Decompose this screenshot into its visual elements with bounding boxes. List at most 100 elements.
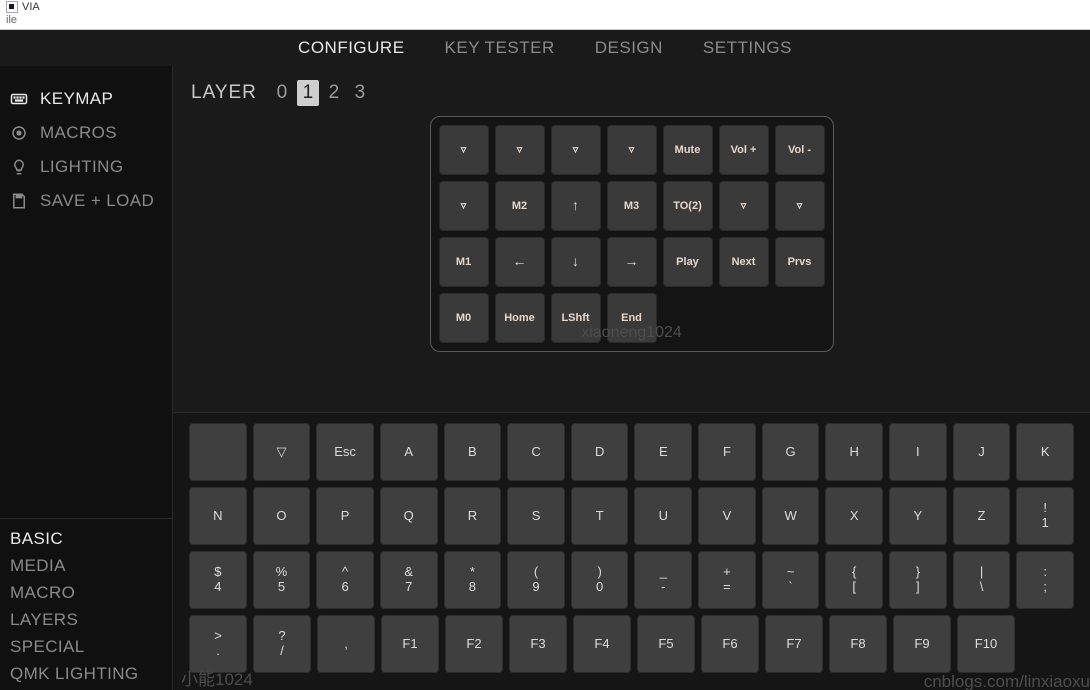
- menu-file[interactable]: ile: [6, 14, 17, 26]
- picker-key[interactable]: Q: [380, 487, 438, 545]
- keymap-key[interactable]: ▿: [439, 181, 489, 231]
- picker-category-media[interactable]: MEDIA: [10, 556, 162, 576]
- picker-key[interactable]: *8: [444, 551, 502, 609]
- picker-key[interactable]: F8: [829, 615, 887, 673]
- picker-key[interactable]: D: [571, 423, 629, 481]
- sidebar-item-lighting[interactable]: LIGHTING: [0, 150, 172, 184]
- keymap-key[interactable]: Next: [719, 237, 769, 287]
- picker-key[interactable]: A: [380, 423, 438, 481]
- picker-key[interactable]: K: [1016, 423, 1074, 481]
- picker-key[interactable]: I: [889, 423, 947, 481]
- picker-key[interactable]: N: [189, 487, 247, 545]
- keymap-key[interactable]: Home: [495, 293, 545, 343]
- layer-select-0[interactable]: 0: [271, 80, 293, 106]
- picker-key[interactable]: H: [825, 423, 883, 481]
- keymap-key[interactable]: TO(2): [663, 181, 713, 231]
- picker-key[interactable]: Esc: [316, 423, 374, 481]
- picker-category-special[interactable]: SPECIAL: [10, 637, 162, 657]
- picker-key[interactable]: $4: [189, 551, 247, 609]
- picker-key[interactable]: F2: [445, 615, 503, 673]
- picker-category-layers[interactable]: LAYERS: [10, 610, 162, 630]
- tab-design[interactable]: DESIGN: [595, 38, 663, 58]
- picker-key[interactable]: P: [316, 487, 374, 545]
- keymap-key[interactable]: M0: [439, 293, 489, 343]
- keymap-key[interactable]: LShft: [551, 293, 601, 343]
- picker-key[interactable]: G: [762, 423, 820, 481]
- picker-key[interactable]: )0: [571, 551, 629, 609]
- picker-key[interactable]: F7: [765, 615, 823, 673]
- picker-key[interactable]: {[: [825, 551, 883, 609]
- keymap-key[interactable]: Vol -: [775, 125, 825, 175]
- picker-key[interactable]: Y: [889, 487, 947, 545]
- picker-key[interactable]: ~`: [762, 551, 820, 609]
- picker-key[interactable]: O: [253, 487, 311, 545]
- picker-key[interactable]: }]: [889, 551, 947, 609]
- picker-category-qmk-lighting[interactable]: QMK LIGHTING: [10, 664, 162, 684]
- picker-key[interactable]: ^6: [316, 551, 374, 609]
- keymap-key[interactable]: ▿: [775, 181, 825, 231]
- picker-key[interactable]: E: [634, 423, 692, 481]
- picker-category-basic[interactable]: BASIC: [10, 529, 162, 549]
- keymap-key[interactable]: ▿: [495, 125, 545, 175]
- picker-key[interactable]: F5: [637, 615, 695, 673]
- tab-settings[interactable]: SETTINGS: [703, 38, 792, 58]
- picker-key[interactable]: ▽: [253, 423, 311, 481]
- picker-key[interactable]: S: [507, 487, 565, 545]
- keymap-key[interactable]: Prvs: [775, 237, 825, 287]
- tab-configure[interactable]: CONFIGURE: [298, 38, 405, 58]
- picker-key[interactable]: W: [762, 487, 820, 545]
- picker-key[interactable]: F4: [573, 615, 631, 673]
- tab-key-tester[interactable]: KEY TESTER: [445, 38, 555, 58]
- picker-key[interactable]: C: [507, 423, 565, 481]
- picker-key[interactable]: _-: [634, 551, 692, 609]
- picker-key[interactable]: F10: [957, 615, 1015, 673]
- picker-key[interactable]: V: [698, 487, 756, 545]
- picker-key[interactable]: (9: [507, 551, 565, 609]
- picker-key[interactable]: [189, 423, 247, 481]
- layer-select-2[interactable]: 2: [323, 80, 345, 106]
- picker-key[interactable]: F: [698, 423, 756, 481]
- picker-key[interactable]: U: [634, 487, 692, 545]
- picker-category-macro[interactable]: MACRO: [10, 583, 162, 603]
- picker-key[interactable]: ,: [317, 615, 375, 673]
- picker-key[interactable]: T: [571, 487, 629, 545]
- keymap-key[interactable]: →: [607, 237, 657, 287]
- keymap-key[interactable]: ↓: [551, 237, 601, 287]
- keymap-key[interactable]: Mute: [663, 125, 713, 175]
- picker-key[interactable]: X: [825, 487, 883, 545]
- keymap-key[interactable]: Vol +: [719, 125, 769, 175]
- layer-select-3[interactable]: 3: [349, 80, 371, 106]
- picker-key[interactable]: >.: [189, 615, 247, 673]
- keymap-key[interactable]: Play: [663, 237, 713, 287]
- picker-key[interactable]: R: [444, 487, 502, 545]
- keymap-key[interactable]: ▿: [551, 125, 601, 175]
- picker-key[interactable]: %5: [253, 551, 311, 609]
- picker-key[interactable]: F9: [893, 615, 951, 673]
- picker-key[interactable]: &7: [380, 551, 438, 609]
- keymap-key[interactable]: ▿: [439, 125, 489, 175]
- picker-key[interactable]: ?/: [253, 615, 311, 673]
- picker-key[interactable]: !1: [1016, 487, 1074, 545]
- keymap-key[interactable]: ▿: [719, 181, 769, 231]
- keymap-key[interactable]: M1: [439, 237, 489, 287]
- keymap-key[interactable]: ←: [495, 237, 545, 287]
- sidebar-item-macros[interactable]: MACROS: [0, 116, 172, 150]
- keymap-key[interactable]: ▿: [607, 125, 657, 175]
- keymap-key[interactable]: M2: [495, 181, 545, 231]
- top-tabs: CONFIGURE KEY TESTER DESIGN SETTINGS: [0, 30, 1090, 66]
- picker-key[interactable]: B: [444, 423, 502, 481]
- picker-key[interactable]: F1: [381, 615, 439, 673]
- picker-key[interactable]: Z: [953, 487, 1011, 545]
- picker-key[interactable]: J: [953, 423, 1011, 481]
- picker-key[interactable]: +=: [698, 551, 756, 609]
- picker-key[interactable]: F6: [701, 615, 759, 673]
- sidebar-item-keymap[interactable]: KEYMAP: [0, 82, 172, 116]
- picker-key[interactable]: |\: [953, 551, 1011, 609]
- picker-key[interactable]: F3: [509, 615, 567, 673]
- keymap-key[interactable]: ↑: [551, 181, 601, 231]
- keymap-key[interactable]: End: [607, 293, 657, 343]
- sidebar-item-save-load[interactable]: SAVE + LOAD: [0, 184, 172, 218]
- picker-key[interactable]: :;: [1016, 551, 1074, 609]
- layer-select-1[interactable]: 1: [297, 80, 319, 106]
- keymap-key[interactable]: M3: [607, 181, 657, 231]
